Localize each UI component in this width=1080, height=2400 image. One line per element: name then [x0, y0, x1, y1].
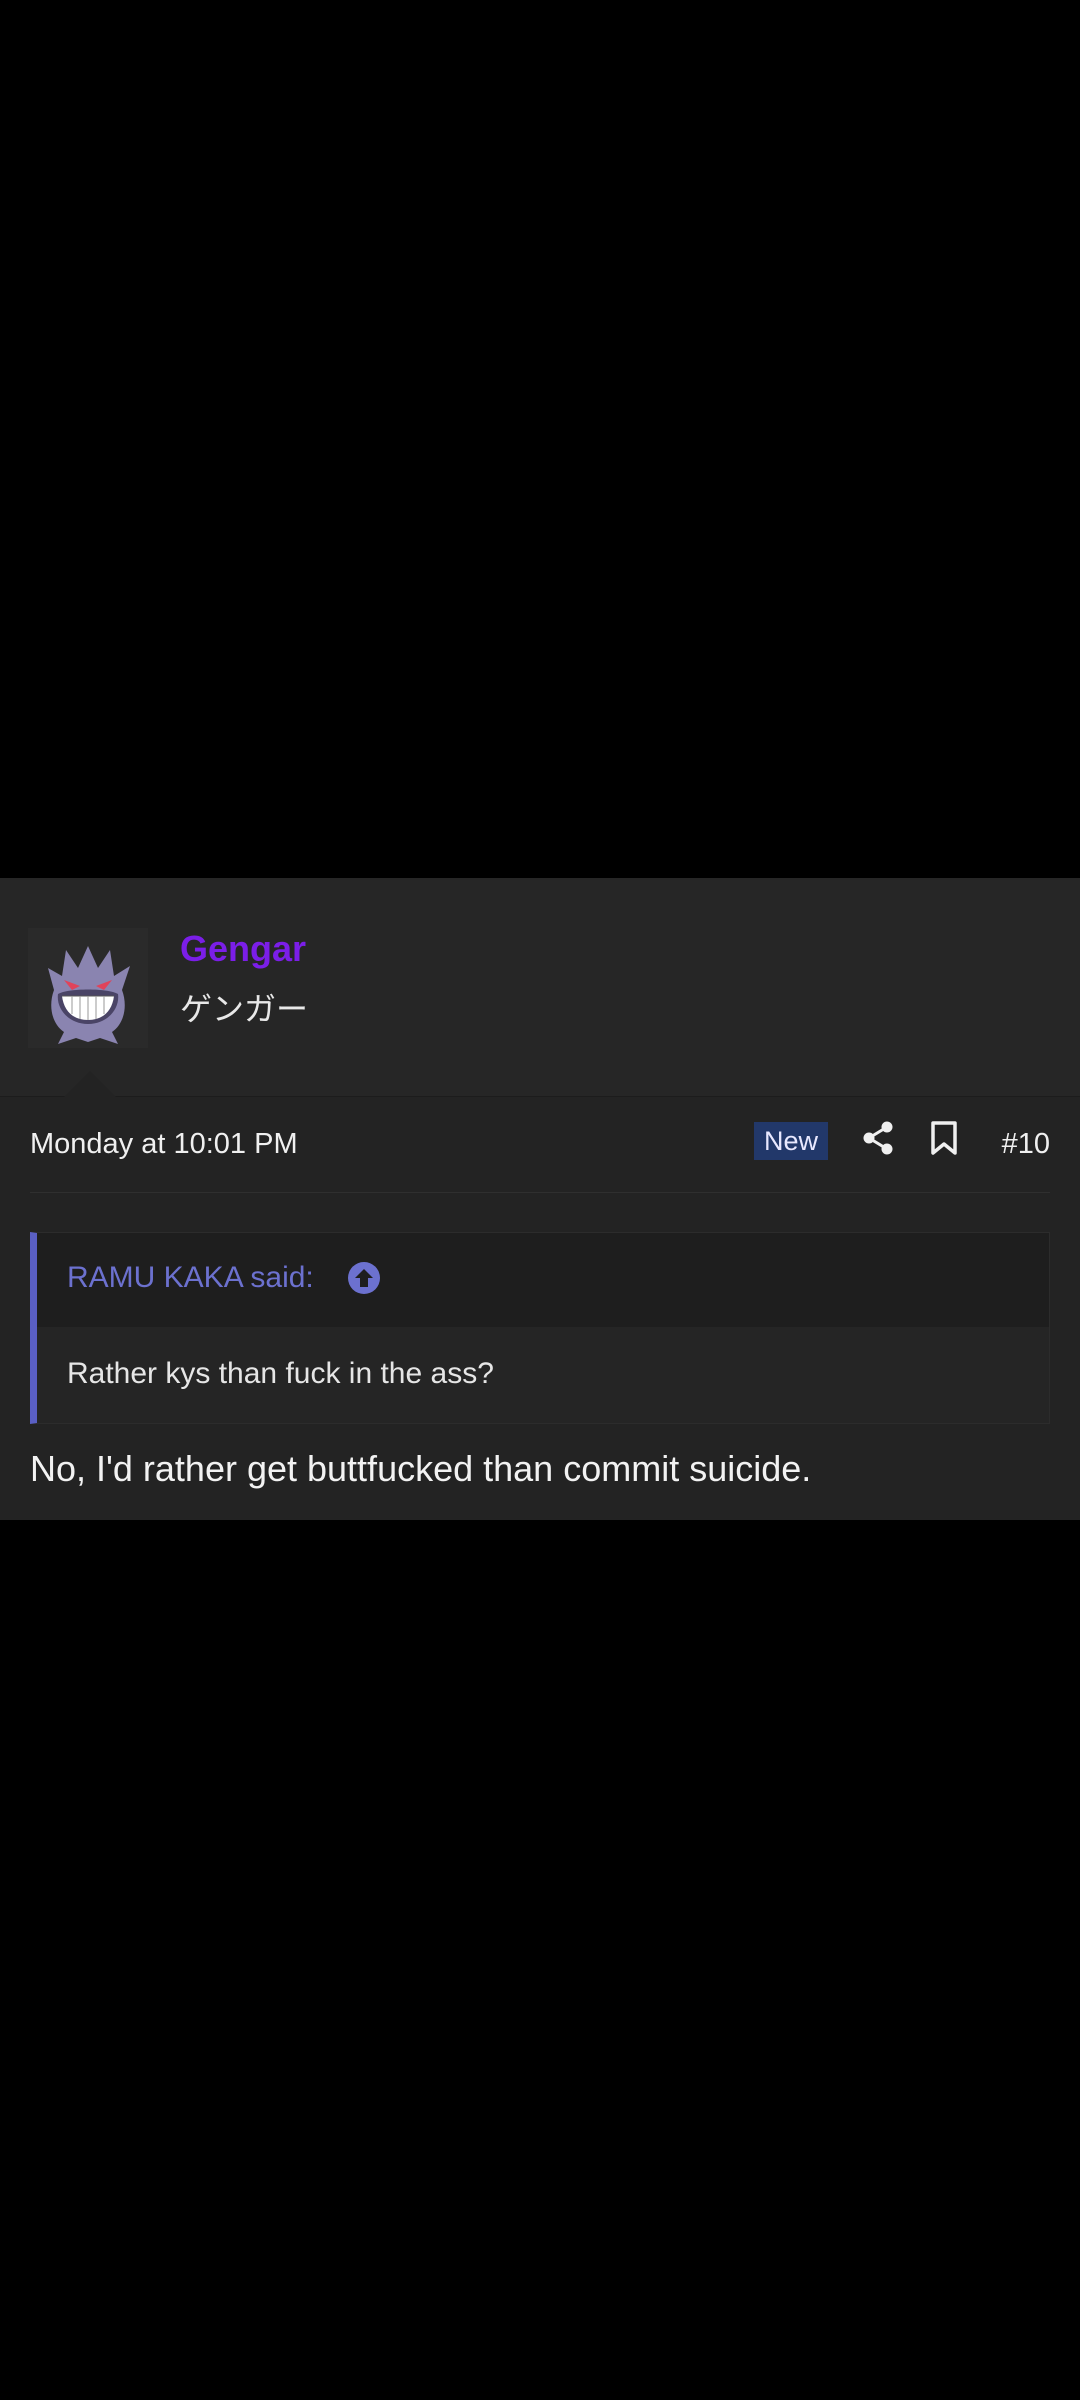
user-title: ゲンガー [180, 990, 309, 1028]
bookmark-icon[interactable] [928, 1120, 960, 1156]
share-icon[interactable] [860, 1120, 896, 1156]
post-meta-row: Monday at 10:01 PM New #10 [30, 1121, 1050, 1193]
arrow-up-circle-icon[interactable] [347, 1261, 381, 1295]
header-pointer [64, 1071, 116, 1097]
quote-author[interactable]: RAMU KAKA said: [67, 1261, 314, 1295]
quote-header: RAMU KAKA said: [37, 1233, 1049, 1327]
avatar[interactable] [28, 928, 148, 1048]
quote-block: RAMU KAKA said: Rather kys than fuck in … [30, 1232, 1050, 1424]
post-header: Gengar ゲンガー [0, 878, 1080, 1097]
username[interactable]: Gengar [180, 928, 306, 970]
post-timestamp[interactable]: Monday at 10:01 PM [30, 1128, 298, 1161]
post-number-link[interactable]: #10 [1002, 1128, 1050, 1161]
new-badge: New [754, 1122, 828, 1160]
quote-text: Rather kys than fuck in the ass? [67, 1357, 494, 1390]
forum-post: Gengar ゲンガー Monday at 10:01 PM New #10 R… [0, 878, 1080, 1520]
post-body-text: No, I'd rather get buttfucked than commi… [30, 1448, 812, 1489]
